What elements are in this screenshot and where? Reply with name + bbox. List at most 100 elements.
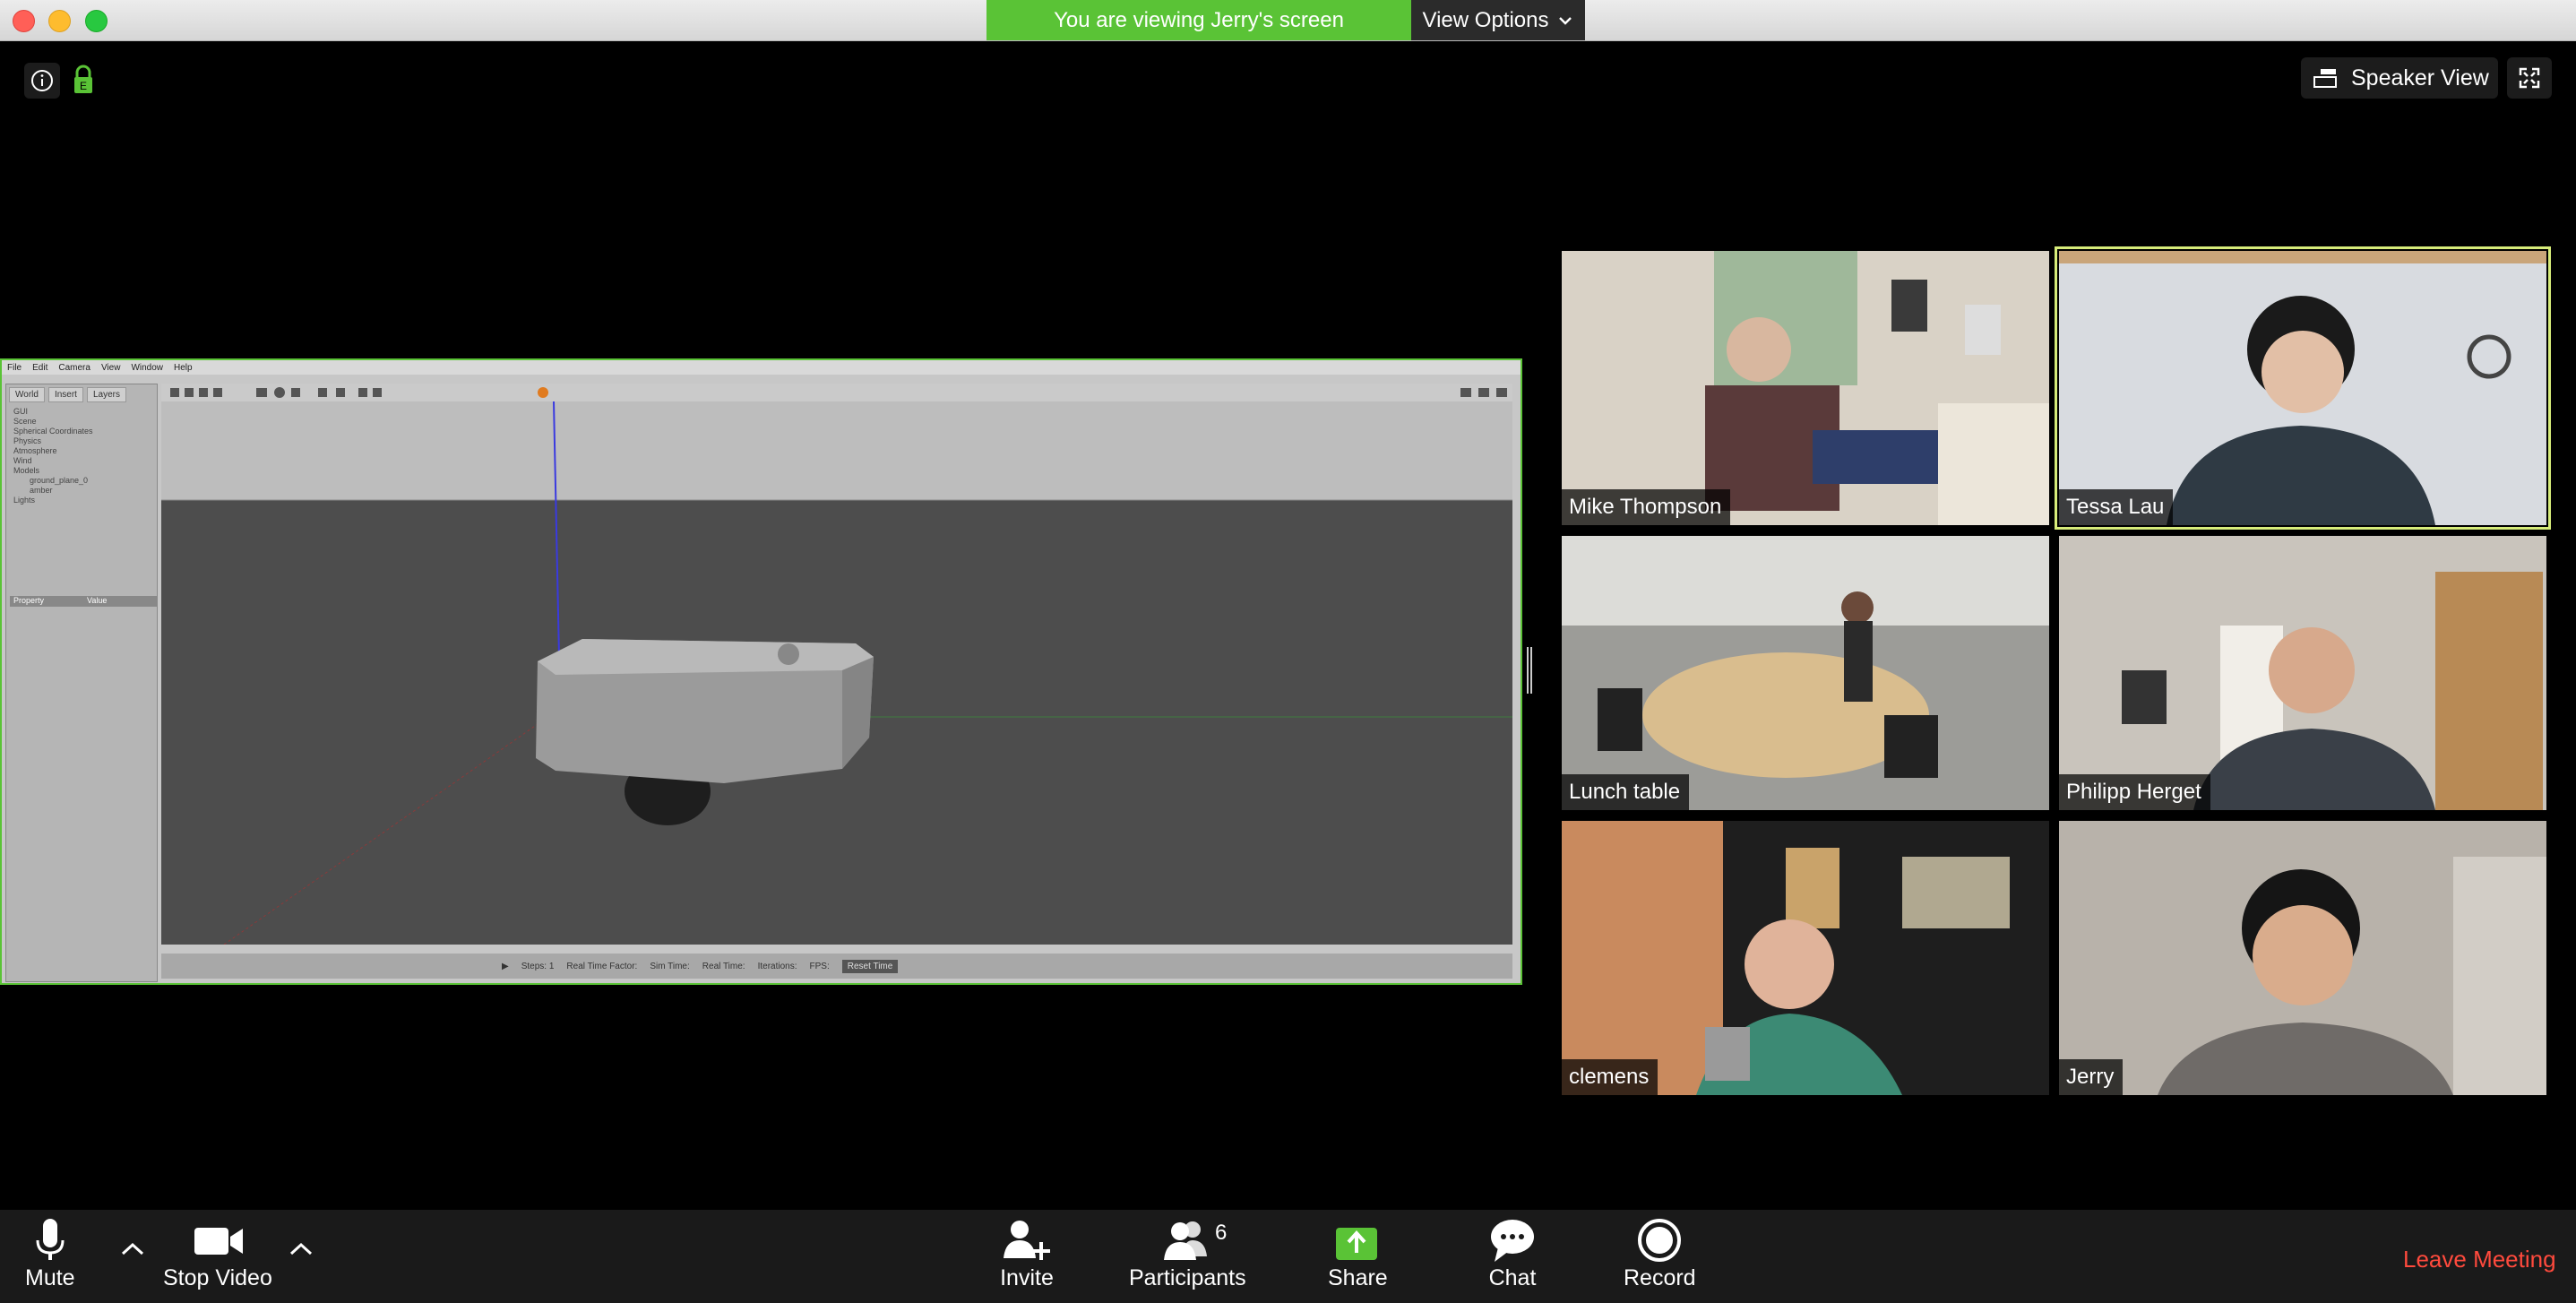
video-feed (1562, 536, 2049, 810)
video-tile-lunch-table[interactable]: Lunch table (1562, 536, 2049, 810)
info-icon (31, 70, 53, 91)
menu-window[interactable]: Window (131, 363, 163, 373)
invite-label: Invite (1000, 1265, 1054, 1290)
chat-button[interactable]: Chat (1486, 1217, 1539, 1291)
video-camera-icon (194, 1228, 243, 1255)
participants-button[interactable]: Participants (1129, 1217, 1246, 1291)
participants-count: 6 (1215, 1221, 1228, 1245)
menu-camera[interactable]: Camera (58, 363, 90, 373)
tree-item[interactable]: Atmosphere (13, 446, 150, 456)
video-feed (1562, 821, 2049, 1095)
video-options-button[interactable] (283, 1231, 319, 1267)
shared-screen[interactable]: File Edit Camera View Window Help World … (0, 358, 1522, 985)
menu-file[interactable]: File (7, 363, 22, 373)
close-window-button[interactable] (13, 10, 35, 32)
record-label: Record (1624, 1265, 1696, 1290)
svg-text:E: E (80, 80, 87, 92)
gazebo-3d-view[interactable] (161, 401, 1512, 945)
gazebo-toolbar[interactable] (161, 384, 1512, 401)
record-button[interactable]: Record (1624, 1217, 1696, 1291)
gazebo-status-bar: ▶ Steps: 1 Real Time Factor: Sim Time: R… (161, 954, 1512, 979)
tab-world[interactable]: World (9, 387, 45, 402)
play-icon[interactable]: ▶ (502, 962, 509, 971)
meeting-toolbar (0, 1210, 2576, 1303)
participants-label: Participants (1129, 1265, 1246, 1290)
chat-label: Chat (1488, 1265, 1537, 1290)
meeting-info-button[interactable] (24, 63, 60, 99)
tab-insert[interactable]: Insert (47, 387, 83, 402)
invite-user-icon (1004, 1221, 1050, 1260)
grid-layout-icon (2313, 69, 2337, 88)
tree-item[interactable]: Wind (13, 456, 150, 466)
view-options-label: View Options (1422, 7, 1549, 32)
chevron-up-icon (121, 1242, 144, 1256)
mute-button[interactable]: Mute (25, 1217, 75, 1291)
tree-item[interactable]: Physics (13, 436, 150, 446)
minimize-window-button[interactable] (48, 10, 71, 32)
world-panel: World Insert Layers GUI Scene Spherical … (5, 384, 158, 982)
participant-name: Lunch table (1562, 774, 1690, 810)
view-options-button[interactable]: View Options (1411, 0, 1585, 40)
video-feed (2059, 821, 2546, 1095)
robot-scene (161, 401, 1512, 945)
share-label: Share (1328, 1265, 1388, 1290)
tool-icons (170, 387, 1507, 398)
speaker-view-button[interactable]: Speaker View (2301, 57, 2498, 99)
property-label: Property (13, 596, 45, 605)
zoom-window-button[interactable] (85, 10, 108, 32)
microphone-icon (36, 1219, 65, 1260)
viewing-screen-banner: You are viewing Jerry's screen (986, 0, 1411, 40)
video-feed (1562, 251, 2049, 525)
speaker-view-label: Speaker View (2351, 65, 2489, 91)
participant-name: Mike Thompson (1562, 489, 1731, 525)
chat-bubble-icon (1491, 1220, 1534, 1262)
stop-video-button[interactable]: Stop Video (163, 1217, 272, 1291)
participant-name: Philipp Herget (2059, 774, 2210, 810)
real-time-label: Real Time: (702, 961, 745, 971)
rtf-label: Real Time Factor: (566, 961, 638, 971)
iterations-label: Iterations: (757, 961, 797, 971)
gazebo-menubar: File Edit Camera View Window Help (2, 360, 1521, 375)
value-label: Value (87, 596, 108, 605)
menu-edit[interactable]: Edit (32, 363, 47, 373)
tree-item[interactable]: Models (13, 466, 150, 476)
tree-item[interactable]: GUI (13, 407, 150, 417)
lock-icon: E (74, 65, 92, 93)
reset-time-button[interactable]: Reset Time (841, 959, 899, 973)
mute-label: Mute (25, 1265, 75, 1290)
video-tile-mike-thompson[interactable]: Mike Thompson (1562, 251, 2049, 525)
split-view-divider[interactable] (1527, 647, 1532, 694)
participant-name: Tessa Lau (2059, 489, 2174, 525)
chevron-up-icon (289, 1242, 313, 1256)
tree-item[interactable]: Scene (13, 417, 150, 427)
invite-button[interactable]: Invite (1000, 1217, 1054, 1291)
tree-item[interactable]: ground_plane_0 (13, 476, 150, 486)
encryption-lock-button[interactable]: E (72, 65, 95, 95)
video-tile-clemens[interactable]: clemens (1562, 821, 2049, 1095)
steps-label: Steps: 1 (521, 961, 555, 971)
leave-meeting-button[interactable]: Leave Meeting (2403, 1246, 2556, 1273)
video-feed (2059, 536, 2546, 810)
fullscreen-button[interactable] (2507, 57, 2552, 99)
record-icon (1638, 1219, 1682, 1262)
video-tile-jerry[interactable]: Jerry (2059, 821, 2546, 1095)
tree-item[interactable]: Lights (13, 496, 150, 505)
participants-icon (1164, 1221, 1208, 1260)
menu-help[interactable]: Help (174, 363, 193, 373)
share-screen-icon (1336, 1228, 1378, 1260)
tab-layers[interactable]: Layers (86, 387, 126, 402)
tree-item[interactable]: amber (13, 486, 150, 496)
menu-view[interactable]: View (101, 363, 121, 373)
video-tile-tessa-lau[interactable]: Tessa Lau (2055, 246, 2551, 530)
chevron-down-icon (1559, 16, 1572, 25)
tree-item[interactable]: Spherical Coordinates (13, 427, 150, 436)
fps-label: FPS: (809, 961, 830, 971)
sim-time-label: Sim Time: (650, 961, 690, 971)
property-header: Property Value (10, 596, 157, 607)
audio-options-button[interactable] (115, 1231, 151, 1267)
participant-name: Jerry (2059, 1059, 2124, 1095)
participant-name: clemens (1562, 1059, 1658, 1095)
share-button[interactable]: Share (1328, 1217, 1388, 1291)
fullscreen-icon (2519, 67, 2540, 89)
video-tile-philipp-herget[interactable]: Philipp Herget (2059, 536, 2546, 810)
